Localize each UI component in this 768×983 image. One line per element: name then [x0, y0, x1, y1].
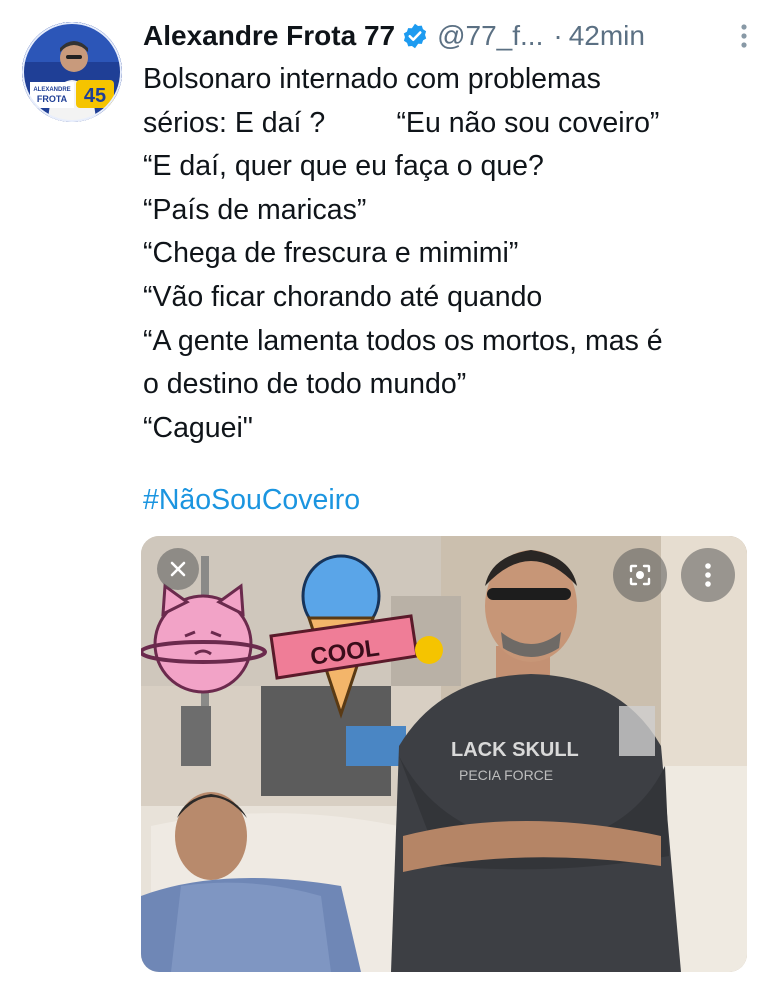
tweet-line: “Chega de frescura e mimimi” [143, 237, 519, 270]
verified-badge-icon [401, 22, 429, 50]
close-icon[interactable] [157, 548, 199, 590]
tweet-line: “A gente lamenta todos os mortos, mas é [143, 324, 663, 357]
author-name[interactable]: Alexandre Frota 77 [143, 20, 395, 52]
more-vertical-icon[interactable] [681, 548, 735, 602]
hashtag-link[interactable]: #NãoSouCoveiro [143, 484, 360, 517]
tweet[interactable]: ALEXANDRE FROTA 45 Alexandre Frota 77 @7… [0, 0, 768, 983]
tweet-text: Bolsonaro internado com problemas sérios… [143, 58, 753, 450]
separator-dot: · [553, 20, 563, 51]
tweet-line: Bolsonaro internado com problemas [143, 63, 601, 95]
tweet-timestamp[interactable]: 42min [569, 20, 645, 52]
tweet-line: “País de maricas” [143, 193, 367, 226]
hospital-photo: LACK SKULL PECIA FORCE COOL [141, 536, 747, 972]
avatar[interactable]: ALEXANDRE FROTA 45 [22, 22, 122, 122]
tweet-line: o destino de todo mundo” [143, 368, 467, 401]
more-options-icon[interactable] [732, 21, 756, 51]
tweet-line: “E daí, quer que eu faça o que? [143, 150, 544, 183]
author-handle[interactable]: @77_f... [437, 20, 543, 52]
tweet-media-image[interactable]: LACK SKULL PECIA FORCE COOL [141, 536, 747, 972]
shirt-text-2: PECIA FORCE [459, 767, 553, 783]
tweet-line: sérios: E daí ? “Eu não sou coveiro” [143, 106, 660, 139]
tweet-line: “Caguei" [143, 411, 253, 444]
tweet-header: Alexandre Frota 77 @77_f... · 42min [143, 14, 756, 58]
lens-icon[interactable] [613, 548, 667, 602]
shirt-text-1: LACK SKULL [451, 739, 579, 761]
tweet-line: “Vão ficar chorando até quando [143, 280, 543, 313]
